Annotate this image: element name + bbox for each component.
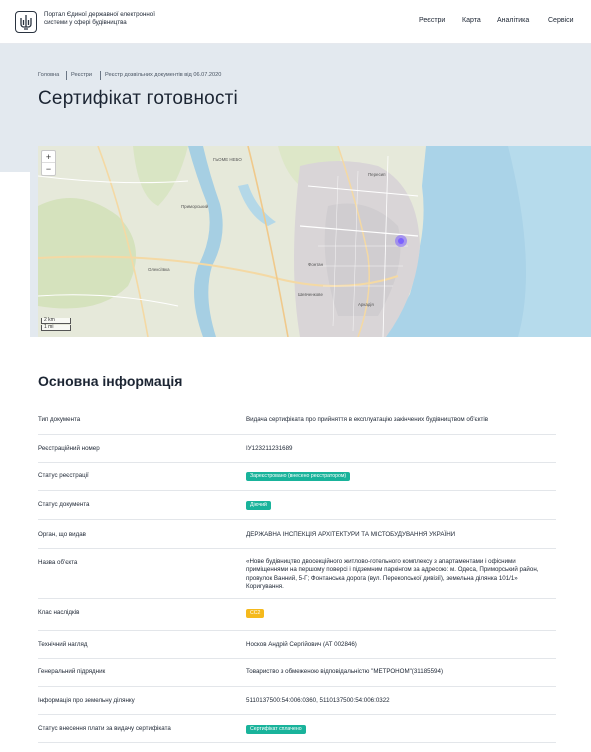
consequence-class-badge: СС2 xyxy=(246,609,265,618)
info-row: Статус внесення плати за видачу сертифік… xyxy=(38,715,556,743)
zoom-in-button[interactable]: + xyxy=(42,151,55,163)
info-row: Назва об'єкта «Нове будівництво двосекці… xyxy=(38,549,556,599)
map-zoom-control: + − xyxy=(41,150,56,176)
row-label: Тип документа xyxy=(38,416,81,423)
trident-icon[interactable] xyxy=(15,11,37,33)
info-row: Генеральний підрядник Товариство з обмеж… xyxy=(38,659,556,687)
row-label: Реєстраційний номер xyxy=(38,445,100,452)
info-row: Тип документа Видача сертифіката про при… xyxy=(38,405,556,435)
info-row: Реєстраційний номер ІУ123211231689 xyxy=(38,435,556,463)
row-label: Назва об'єкта xyxy=(38,559,78,566)
row-label: Орган, що видав xyxy=(38,531,86,538)
info-row: Клас наслідків СС2 xyxy=(38,599,556,631)
row-value: Сертифікат сплачено xyxy=(246,725,556,734)
status-badge: Діючий xyxy=(246,501,271,510)
breadcrumb-home[interactable]: Головна xyxy=(38,72,59,78)
row-value: Видача сертифіката про прийняття в експл… xyxy=(246,416,488,423)
row-value: Діючий xyxy=(246,501,556,510)
breadcrumb-separator xyxy=(100,71,101,80)
map-marker-icon[interactable] xyxy=(398,238,404,244)
row-label: Статус документа xyxy=(38,501,90,508)
row-value: ДЕРЖАВНА ІНСПЕКЦІЯ АРХІТЕКТУРИ ТА МІСТОБ… xyxy=(246,531,456,538)
row-label: Статус реєстрації xyxy=(38,472,89,479)
scale-mi: 1 mi xyxy=(41,325,71,331)
map-canvas[interactable]: ГЬОМЕ НЕБО Пересип Приморський Фонтан Ол… xyxy=(38,146,591,337)
info-row: Інформація про земельну ділянку 51101375… xyxy=(38,687,556,715)
zoom-out-button[interactable]: − xyxy=(42,163,55,175)
top-header: Портал Єдиної державної електронної сист… xyxy=(0,0,591,44)
info-row: Статус реєстрації Зареєстровано (внесено… xyxy=(38,463,556,491)
nav-analytics[interactable]: Аналітика xyxy=(497,17,529,24)
row-value: Зареєстровано (внесено реєстратором) xyxy=(246,472,556,481)
info-row: Орган, що видав ДЕРЖАВНА ІНСПЕКЦІЯ АРХІТ… xyxy=(38,520,556,549)
row-value: Товариство з обмеженою відповідальністю … xyxy=(246,668,444,675)
row-label: Статус внесення плати за видачу сертифік… xyxy=(38,725,171,732)
map-label: Аркадія xyxy=(358,302,374,307)
location-map[interactable]: ГЬОМЕ НЕБО Пересип Приморський Фонтан Ол… xyxy=(38,146,591,337)
map-label: Шевченкове xyxy=(298,292,323,297)
map-label: Приморський xyxy=(181,204,209,209)
portal-logo-text[interactable]: Портал Єдиної державної електронної сист… xyxy=(44,11,156,26)
page-title: Сертифікат готовності xyxy=(38,88,238,109)
nav-map[interactable]: Карта xyxy=(462,17,481,24)
payment-status-badge: Сертифікат сплачено xyxy=(246,725,306,734)
row-value: Носков Андрій Сергійович (АТ 002846) xyxy=(246,641,357,648)
row-value: ІУ123211231689 xyxy=(246,445,293,452)
map-label: Фонтан xyxy=(308,262,324,267)
info-row: Технічний нагляд Носков Андрій Сергійови… xyxy=(38,631,556,659)
breadcrumb-current: Реєстр дозвільних документів від 06.07.2… xyxy=(105,72,222,78)
breadcrumb-registries[interactable]: Реєстри xyxy=(71,72,92,78)
info-row: Статус документа Діючий xyxy=(38,491,556,520)
nav-services[interactable]: Сервіси xyxy=(548,17,574,24)
row-value: СС2 xyxy=(246,609,556,618)
map-scale: 2 km 1 mi xyxy=(41,318,71,332)
row-label: Інформація про земельну ділянку xyxy=(38,697,135,704)
breadcrumb-separator xyxy=(66,71,67,80)
row-label: Технічний нагляд xyxy=(38,641,88,648)
map-label: Пересип xyxy=(368,172,386,177)
map-label: Олексіївка xyxy=(148,267,170,272)
map-label: ГЬОМЕ НЕБО xyxy=(213,157,242,162)
row-label: Клас наслідків xyxy=(38,609,80,616)
section-title: Основна інформація xyxy=(38,373,183,389)
status-badge: Зареєстровано (внесено реєстратором) xyxy=(246,472,351,481)
row-label: Генеральний підрядник xyxy=(38,668,106,675)
row-value: 5110137500:54:006:0360, 5110137500:54:00… xyxy=(246,697,390,704)
row-value: «Нове будівництво двосекційного житлово-… xyxy=(246,558,539,591)
nav-registries[interactable]: Реєстри xyxy=(419,17,445,24)
